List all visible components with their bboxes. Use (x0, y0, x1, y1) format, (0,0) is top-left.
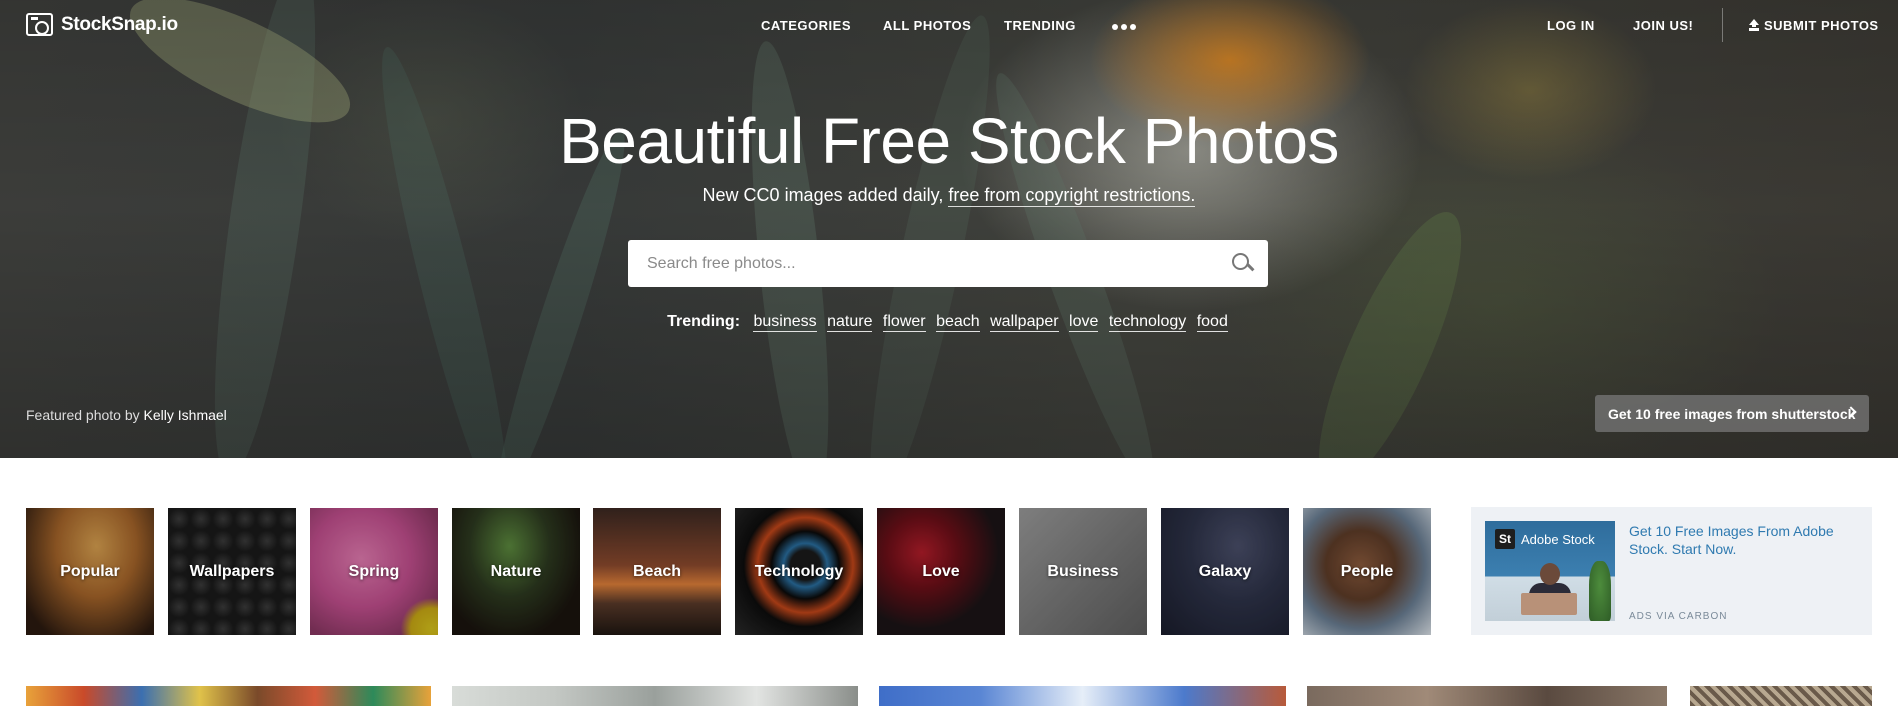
category-label: Wallpapers (189, 562, 275, 580)
trending-tag-flower[interactable]: flower (882, 313, 926, 332)
ad-person-head (1540, 563, 1560, 585)
adobe-stock-badge: St Adobe Stock (1495, 529, 1595, 549)
photo-thumbnail[interactable] (1307, 686, 1667, 706)
category-label: People (1340, 562, 1394, 580)
join-link[interactable]: JOIN US! (1633, 18, 1693, 33)
trending-label: Trending: (667, 313, 741, 330)
search-icon[interactable] (1232, 253, 1254, 275)
trending-tag-nature[interactable]: nature (827, 313, 873, 332)
category-label: Popular (60, 562, 120, 580)
category-wallpapers[interactable]: Wallpapers (168, 508, 296, 635)
photo-thumbnail[interactable] (879, 686, 1286, 706)
trending-tag-food[interactable]: food (1196, 313, 1228, 332)
category-label: Technology (754, 562, 844, 580)
ad-plant (1589, 561, 1611, 621)
search-input[interactable] (628, 240, 1218, 287)
category-label: Spring (348, 562, 400, 580)
logo[interactable]: StockSnap.io (26, 13, 178, 36)
shutterstock-button[interactable]: Get 10 free images from shutterstock (1595, 395, 1869, 432)
trending-tags: Trending: business nature flower beach w… (0, 313, 1898, 332)
ad-laptop (1521, 593, 1577, 615)
ads-via-carbon-link[interactable]: ADS VIA CARBON (1629, 611, 1727, 622)
category-spring[interactable]: Spring (310, 508, 438, 635)
submit-photos-label: SUBMIT PHOTOS (1764, 18, 1879, 33)
sponsored-ad[interactable]: St Adobe Stock Get 10 Free Images From A… (1471, 507, 1872, 635)
category-people[interactable]: People (1303, 508, 1431, 635)
photographer-link[interactable]: Kelly Ishmael (144, 407, 227, 423)
trending-tag-love[interactable]: love (1069, 313, 1099, 332)
login-link[interactable]: LOG IN (1547, 18, 1595, 33)
photo-credit-prefix: Featured photo by (26, 407, 140, 423)
hero-subtitle: New CC0 images added daily, free from co… (0, 185, 1898, 207)
category-label: Business (1047, 562, 1119, 580)
category-nature[interactable]: Nature (452, 508, 580, 635)
category-love[interactable]: Love (877, 508, 1005, 635)
category-business[interactable]: Business (1019, 508, 1147, 635)
nav-categories[interactable]: CATEGORIES (761, 18, 851, 33)
nav-all-photos[interactable]: ALL PHOTOS (883, 18, 971, 33)
category-popular[interactable]: Popular (26, 508, 154, 635)
trending-tag-beach[interactable]: beach (936, 313, 980, 332)
nav-divider (1722, 8, 1723, 42)
category-galaxy[interactable]: Galaxy (1161, 508, 1289, 635)
category-beach[interactable]: Beach (593, 508, 721, 635)
category-label: Galaxy (1198, 562, 1252, 580)
trending-tag-technology[interactable]: technology (1108, 313, 1187, 332)
camera-icon (26, 13, 53, 36)
photo-thumbnail[interactable] (1690, 686, 1872, 706)
category-label: Nature (490, 562, 542, 580)
upload-icon (1748, 19, 1760, 31)
logo-text: StockSnap.io (61, 13, 178, 35)
photo-credit: Featured photo by Kelly Ishmael (26, 407, 227, 423)
trending-tag-wallpaper[interactable]: wallpaper (990, 313, 1059, 332)
ad-image[interactable]: St Adobe Stock (1485, 521, 1615, 621)
category-label: Love (922, 562, 960, 580)
submit-photos-button[interactable]: SUBMIT PHOTOS (1748, 18, 1879, 33)
adobe-stock-logo: St (1495, 529, 1515, 549)
hero-banner: StockSnap.io CATEGORIES ALL PHOTOS TREND… (0, 0, 1898, 458)
more-menu-icon[interactable] (1112, 24, 1136, 30)
adobe-stock-label: Adobe Stock (1521, 531, 1595, 547)
copyright-link[interactable]: free from copyright restrictions. (948, 185, 1196, 207)
top-nav: StockSnap.io CATEGORIES ALL PHOTOS TREND… (0, 0, 1898, 52)
search-bar (628, 240, 1268, 287)
trending-tag-business[interactable]: business (753, 313, 817, 332)
photo-thumbnail[interactable] (452, 686, 858, 706)
ad-link[interactable]: Get 10 Free Images From Adobe Stock. Sta… (1629, 522, 1857, 558)
hero-subtitle-text: New CC0 images added daily, (702, 185, 944, 205)
hero-overlay (0, 0, 1898, 458)
photo-thumbnail[interactable] (26, 686, 431, 706)
hero-title: Beautiful Free Stock Photos (559, 105, 1339, 177)
nav-trending[interactable]: TRENDING (1004, 18, 1076, 33)
category-label: Beach (632, 562, 682, 580)
shutterstock-button-label: Get 10 free images from shutterstock (1608, 405, 1856, 422)
category-technology[interactable]: Technology (735, 508, 863, 635)
